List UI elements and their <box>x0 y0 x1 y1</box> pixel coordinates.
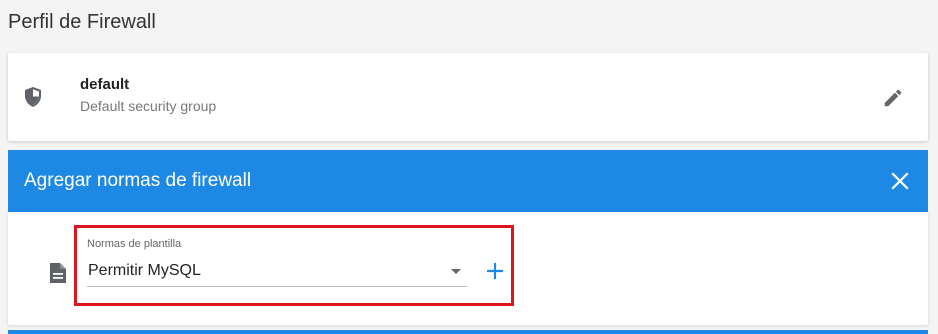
firewall-profile-page: Perfil de Firewall default Default secur… <box>0 0 938 334</box>
caret-down-icon[interactable] <box>451 269 461 274</box>
panel-title: Agregar normas de firewall <box>24 170 252 191</box>
shield-icon <box>25 87 41 107</box>
template-rules-label: Normas de plantilla <box>87 238 182 250</box>
template-rules-selected-value: Permitir MySQL <box>88 262 201 279</box>
profile-description: Default security group <box>80 98 217 114</box>
template-rules-select[interactable]: Permitir MySQL <box>87 258 467 287</box>
profile-name: default <box>80 76 130 93</box>
pencil-edit-icon[interactable] <box>882 87 904 109</box>
plus-icon[interactable] <box>486 262 504 280</box>
close-icon[interactable] <box>890 171 910 191</box>
add-firewall-rules-body: Normas de plantilla Permitir MySQL <box>8 212 928 325</box>
profile-card: default Default security group <box>8 53 928 141</box>
page-title: Perfil de Firewall <box>8 11 156 33</box>
document-icon <box>50 263 66 283</box>
bottom-accent-bar <box>8 330 928 334</box>
add-firewall-rules-header: Agregar normas de firewall <box>8 150 928 212</box>
